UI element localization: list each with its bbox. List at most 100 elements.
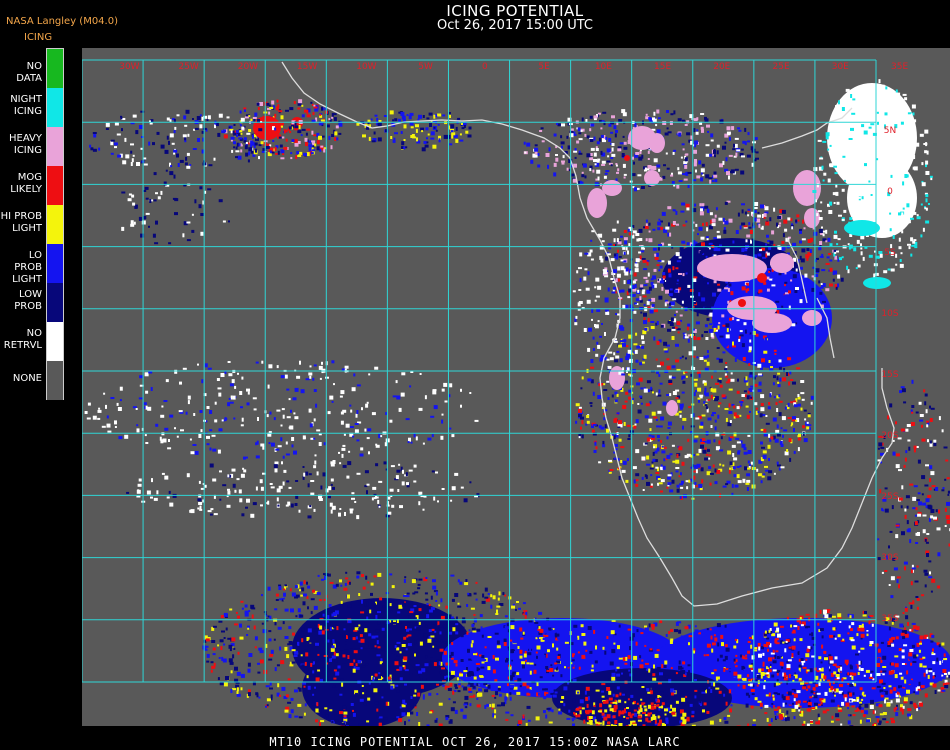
icing-pixel [928, 670, 933, 673]
icing-pixel [667, 421, 672, 426]
icing-pixel [919, 635, 924, 640]
icing-pixel [306, 152, 310, 157]
icing-pixel [376, 713, 380, 718]
icing-pixel [821, 269, 826, 272]
icing-pixel [911, 672, 914, 676]
icing-pixel [806, 631, 809, 635]
icing-pixel [768, 629, 771, 633]
icing-pixel [390, 685, 394, 690]
icing-pixel [676, 321, 681, 326]
icing-pixel [750, 644, 753, 649]
icing-pixel [783, 677, 788, 681]
icing-pixel [821, 676, 824, 679]
icing-pixel [606, 380, 610, 383]
icing-pixel [602, 111, 607, 114]
icing-pixel [670, 704, 673, 709]
icing-pixel [593, 136, 596, 141]
icing-pixel [592, 423, 597, 426]
icing-pixel [431, 620, 436, 625]
icing-pixel [757, 473, 762, 477]
icing-pixel [749, 683, 753, 687]
icing-pixel [658, 373, 661, 377]
icing-pixel [542, 638, 546, 640]
icing-pixel [494, 632, 499, 635]
icing-pixel [371, 140, 376, 143]
icing-pixel [260, 141, 264, 145]
icing-pixel [471, 624, 475, 627]
icing-pixel [765, 288, 767, 291]
icing-pixel [924, 150, 928, 154]
icing-pixel [347, 634, 352, 637]
icing-pixel [218, 113, 223, 118]
icing-pixel [348, 581, 351, 585]
icing-pixel [473, 614, 476, 616]
icing-pixel [509, 677, 513, 681]
icing-pixel [780, 294, 783, 298]
icing-pixel [692, 336, 696, 340]
icing-pixel [671, 711, 676, 715]
icing-pixel [810, 237, 813, 242]
icing-pixel [661, 286, 664, 291]
icing-pixel [484, 689, 489, 693]
icing-pixel [230, 136, 235, 140]
icing-pixel [680, 486, 684, 489]
icing-pixel [786, 372, 789, 376]
icing-pixel [800, 380, 805, 383]
icing-pixel [240, 144, 243, 147]
icing-pixel [667, 320, 672, 324]
icing-pixel [743, 225, 748, 228]
map-subtitle: Oct 26, 2017 15:00 UTC [437, 18, 593, 33]
icing-pixel [394, 645, 397, 649]
icing-pixel [790, 379, 794, 381]
icing-pixel [289, 131, 292, 133]
icing-pixel [342, 659, 346, 664]
icing-pixel [677, 171, 682, 175]
icing-pixel [505, 711, 510, 714]
icing-pixel [747, 460, 750, 464]
icing-pixel [694, 203, 697, 207]
icing-pixel [765, 684, 770, 689]
icing-pixel [319, 722, 321, 727]
icing-pixel [769, 393, 772, 398]
icing-pixel [723, 693, 726, 697]
icing-pixel [799, 240, 802, 244]
icing-pixel [288, 714, 292, 719]
icing-pixel [324, 707, 328, 710]
icing-pixel [718, 322, 721, 325]
icing-pixel [767, 476, 772, 481]
icing-pixel [678, 660, 681, 665]
icing-pixel [687, 284, 691, 288]
icing-pixel [496, 605, 501, 608]
icing-pixel [236, 142, 239, 147]
icing-pixel [515, 608, 517, 611]
icing-pixel [596, 619, 600, 623]
icing-pixel [620, 446, 625, 449]
icing-pixel [818, 217, 823, 220]
icing-pixel [858, 650, 861, 653]
icing-pixel [480, 626, 483, 631]
icing-pixel [632, 466, 637, 470]
icing-pixel [771, 230, 775, 235]
icing-pixel [584, 175, 587, 179]
icing-pixel [444, 675, 447, 679]
icing-pixel [658, 269, 661, 272]
icing-pixel [877, 657, 880, 661]
icing-pixel [593, 159, 597, 162]
icing-pixel [760, 227, 764, 230]
icing-pixel [778, 366, 782, 370]
icing-pixel [635, 483, 639, 487]
icing-pixel [238, 143, 241, 147]
icing-pixel [368, 633, 372, 637]
icing-pixel [544, 634, 549, 637]
icing-pixel [862, 691, 865, 694]
icing-pixel [706, 710, 710, 714]
icing-pixel [645, 279, 649, 283]
icing-pixel [742, 684, 746, 689]
icing-pixel [667, 474, 672, 477]
icing-pixel [761, 339, 764, 343]
icing-pixel [445, 605, 449, 609]
icing-pixel [758, 653, 762, 658]
icing-pixel [675, 310, 678, 313]
icing-pixel [667, 476, 672, 480]
icing-pixel [890, 632, 893, 636]
